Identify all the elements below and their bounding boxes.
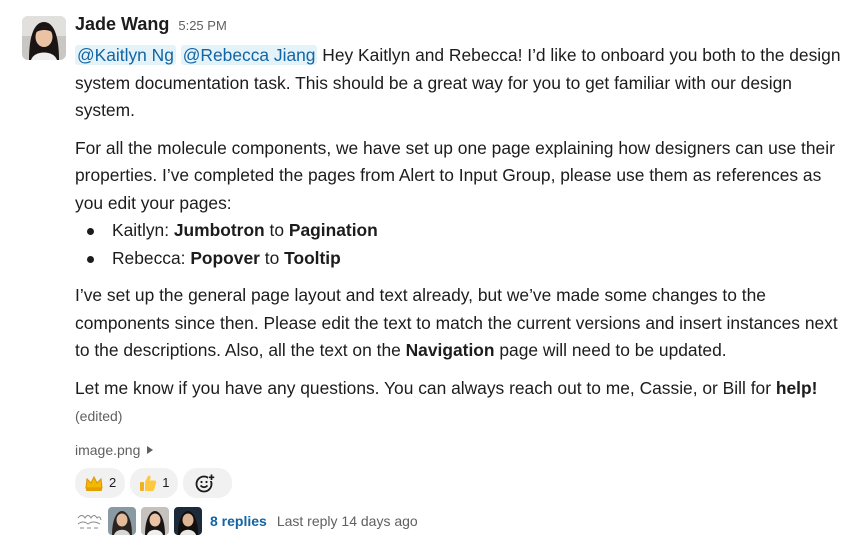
list-item: Kaitlyn: Jumbotron to Pagination <box>75 217 850 245</box>
message-paragraph-4: Let me know if you have any questions. Y… <box>75 377 818 425</box>
attachment-name[interactable]: image.png <box>75 442 140 458</box>
reaction-thumbs-up[interactable]: 1 <box>130 467 179 498</box>
attachment: image.png <box>75 439 850 461</box>
add-emoji-icon <box>194 473 216 493</box>
thread-avatar[interactable] <box>108 506 136 535</box>
timestamp[interactable]: 5:25 PM <box>178 18 226 33</box>
reaction-count: 2 <box>109 475 117 490</box>
message-paragraph-2: For all the molecule components, we have… <box>75 137 835 213</box>
reaction-count: 1 <box>162 475 170 490</box>
replies-link[interactable]: 8 replies <box>210 513 267 529</box>
thread-summary[interactable]: 8 replies Last reply 14 days ago <box>75 506 850 536</box>
mention-rebecca[interactable]: @Rebecca Jiang <box>180 45 318 65</box>
message-paragraph-3: I’ve set up the general page layout and … <box>75 285 838 360</box>
last-reply-time: Last reply 14 days ago <box>276 512 418 529</box>
message-header: Jade Wang 5:25 PM <box>75 14 850 42</box>
reactions-bar: 2 1 <box>75 467 850 498</box>
assignment-list: Kaitlyn: Jumbotron to Pagination Rebecca… <box>75 217 850 272</box>
thread-avatar[interactable] <box>141 506 169 535</box>
reaction-crown[interactable]: 2 <box>75 467 126 498</box>
thread-avatar[interactable] <box>174 506 202 535</box>
add-reaction-button[interactable] <box>183 467 233 498</box>
author-name[interactable]: Jade Wang <box>75 14 169 35</box>
edited-label: (edited) <box>75 408 123 424</box>
expand-caret-icon[interactable] <box>147 445 154 454</box>
crown-icon <box>84 474 104 492</box>
mention-kaitlyn[interactable]: @Kaitlyn Ng <box>75 45 176 65</box>
message: Jade Wang 5:25 PM @Kaitlyn Ng @Rebecca J… <box>0 0 861 553</box>
thumbs-up-icon <box>139 474 157 492</box>
message-content: Jade Wang 5:25 PM @Kaitlyn Ng @Rebecca J… <box>75 14 850 536</box>
list-item: Rebecca: Popover to Tooltip <box>75 245 850 273</box>
author-avatar[interactable] <box>22 16 66 60</box>
thread-avatar[interactable] <box>75 506 103 535</box>
message-paragraph-1: @Kaitlyn Ng @Rebecca Jiang Hey Kaitlyn a… <box>75 42 850 125</box>
